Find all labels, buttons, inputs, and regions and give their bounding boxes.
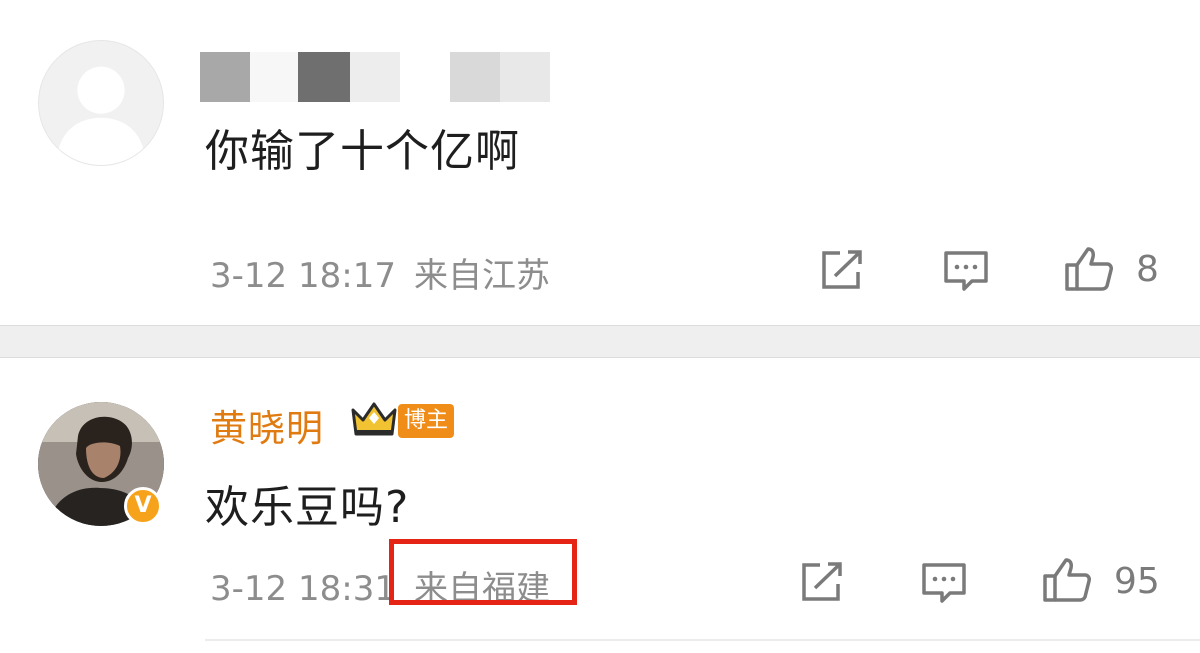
comment-meta: 3-12 18:17 来自江苏 — [210, 248, 550, 297]
username[interactable]: 黄晓明 — [210, 398, 324, 452]
location: 来自江苏 — [413, 256, 550, 296]
share-icon[interactable] — [818, 248, 866, 292]
comment-text: 欢乐豆吗? — [205, 482, 410, 533]
like-count: 8 — [1136, 249, 1159, 290]
thumbs-up-icon[interactable] — [1064, 245, 1114, 293]
verified-v-icon: V — [124, 487, 162, 525]
comment-icon[interactable] — [920, 561, 968, 605]
creator-badge: 博主 — [398, 404, 455, 438]
avatar[interactable] — [38, 40, 164, 166]
location-highlight-box — [389, 539, 577, 605]
comment-item: 你输了十个亿啊 3-12 18:17 来自江苏 8 — [0, 0, 1200, 325]
comment-icon[interactable] — [942, 249, 990, 293]
crown-icon — [349, 400, 399, 438]
share-icon[interactable] — [798, 560, 846, 604]
timestamp: 3-12 18:17 — [210, 256, 396, 296]
redacted-username — [198, 52, 550, 102]
comment-item: V 黄晓明 博主 欢乐豆吗? 3-12 18:31 来自福建 95 — [0, 358, 1200, 653]
like-count: 95 — [1114, 561, 1160, 602]
divider — [0, 325, 1200, 326]
thumbs-up-icon[interactable] — [1042, 556, 1092, 604]
comment-separator — [0, 325, 1200, 358]
comment-text: 你输了十个亿啊 — [205, 126, 520, 177]
timestamp: 3-12 18:31 — [210, 569, 396, 609]
divider — [205, 639, 1200, 641]
default-avatar-icon — [56, 66, 146, 165]
